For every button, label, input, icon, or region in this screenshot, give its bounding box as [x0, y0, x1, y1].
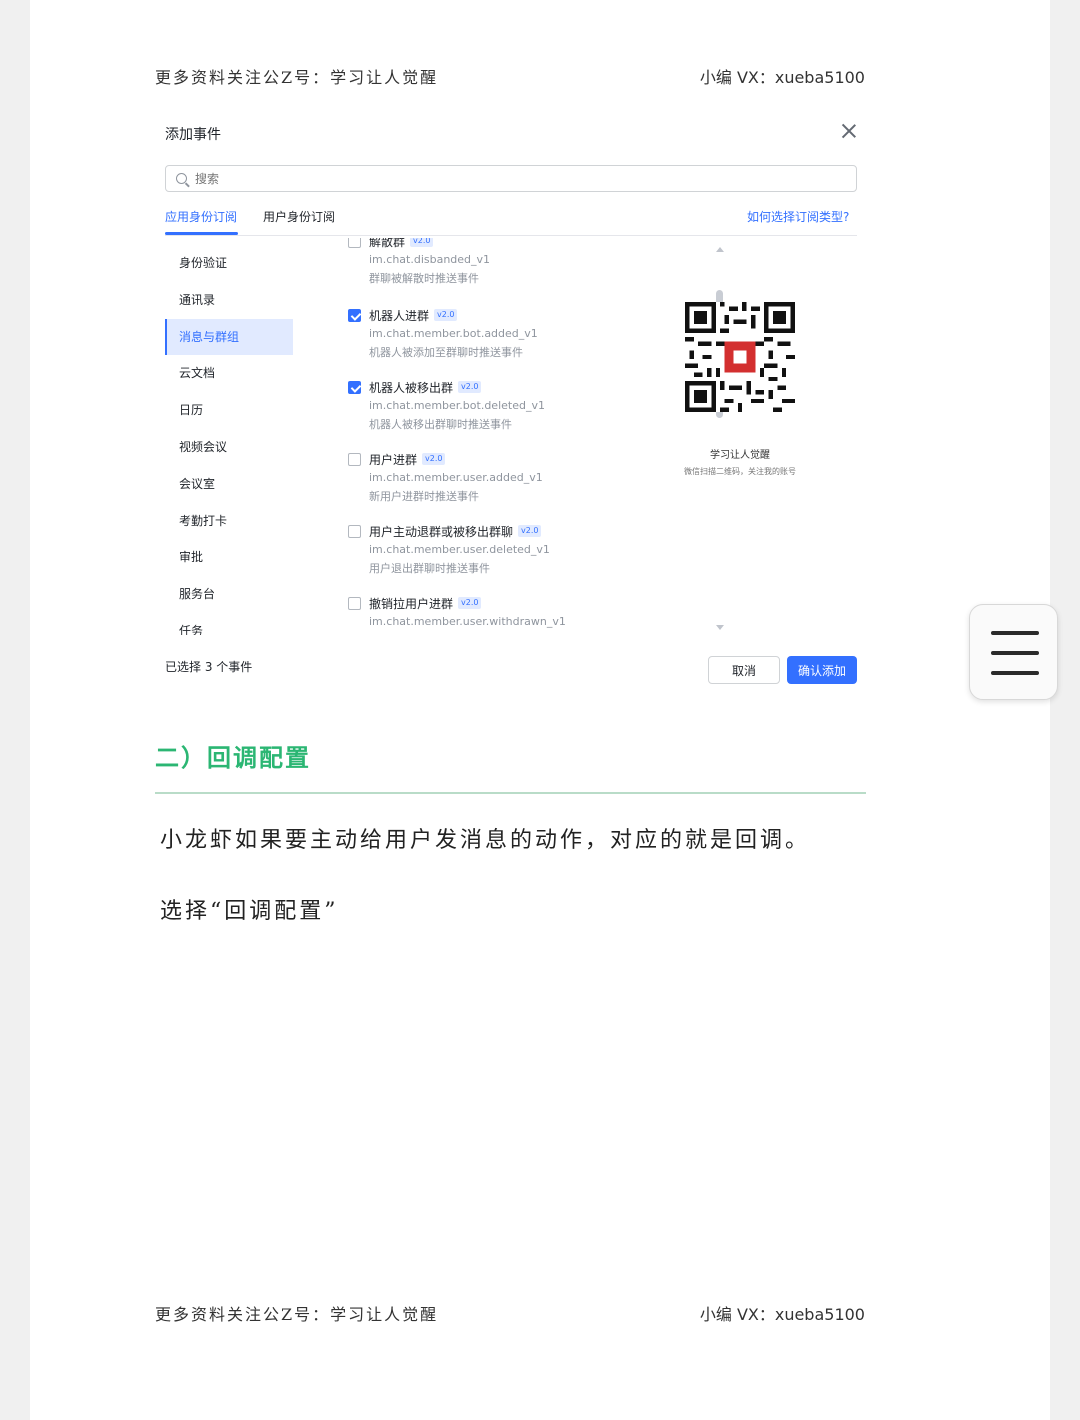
event-checkbox[interactable] [348, 596, 361, 610]
list-item: 用户进群 v2.0 im.chat.member.user.added_v1 新… [345, 450, 665, 506]
event-key: im.chat.disbanded_v1 [369, 253, 491, 266]
event-checkbox[interactable] [348, 308, 361, 322]
version-badge: v2.0 [458, 597, 482, 609]
sidebar-item-calendar[interactable]: 日历 [165, 392, 293, 429]
sidebar-item-helpdesk[interactable]: 服务台 [165, 576, 293, 613]
paragraph-callback-intro: 小龙虾如果要主动给用户发消息的动作，对应的就是回调。 [160, 828, 811, 853]
footer-right-text: 小编 VX：xueba5100 [699, 1305, 865, 1324]
tab-user-subscription[interactable]: 用户身份订阅 [263, 208, 335, 225]
version-badge: v2.0 [458, 381, 482, 393]
scroll-up-arrow[interactable] [716, 247, 724, 252]
search-box[interactable] [165, 165, 857, 192]
list-item: 机器人被移出群 v2.0 im.chat.member.bot.deleted_… [345, 378, 665, 434]
selected-count: 已选择 3 个事件 [165, 660, 253, 674]
sidebar-item-tasks[interactable]: 任务 [165, 613, 293, 635]
event-key: im.chat.member.bot.added_v1 [369, 327, 538, 340]
cancel-button[interactable]: 取消 [708, 656, 780, 684]
qr-account-name: 学习让人觉醒 [710, 450, 770, 461]
menu-bar [991, 671, 1039, 675]
sidebar-item-video-meeting[interactable]: 视频会议 [165, 429, 293, 466]
qr-code-image [685, 302, 795, 412]
version-badge: v2.0 [518, 525, 542, 537]
menu-bar [991, 631, 1039, 635]
paragraph-select-callback: 选择“回调配置” [160, 899, 339, 924]
sidebar-item-attendance[interactable]: 考勤打卡 [165, 503, 293, 540]
event-checkbox[interactable] [348, 238, 361, 248]
confirm-add-button[interactable]: 确认添加 [787, 656, 857, 684]
version-badge: v2.0 [422, 453, 446, 465]
tab-divider [165, 235, 857, 236]
footer-left-text: 更多资料关注公Z号：学习让人觉醒 [155, 1305, 439, 1324]
version-badge: v2.0 [434, 309, 458, 321]
event-name: 撤销拉用户进群 [369, 596, 454, 611]
event-desc: 新用户进群时推送事件 [369, 490, 479, 503]
menu-bar [991, 651, 1039, 655]
section-title: 二）回调配置 [155, 744, 311, 772]
list-item: 撤销拉用户进群 v2.0 im.chat.member.user.withdra… [345, 594, 665, 631]
dialog-title: 添加事件 [165, 127, 221, 143]
event-desc: 机器人被添加至群聊时推送事件 [369, 346, 523, 359]
event-desc: 群聊被解散时推送事件 [369, 272, 479, 285]
help-link[interactable]: 如何选择订阅类型? [747, 208, 849, 225]
event-name: 解散群 [369, 238, 406, 249]
close-icon[interactable] [840, 122, 858, 140]
section-divider [155, 792, 866, 794]
search-input[interactable] [195, 171, 495, 186]
event-name: 用户进群 [369, 452, 418, 467]
page-header: 更多资料关注公Z号：学习让人觉醒 小编 VX：xueba5100 [155, 64, 865, 88]
sidebar-item-auth[interactable]: 身份验证 [165, 245, 293, 282]
qr-account-desc: 微信扫描二维码，关注我的账号 [684, 467, 796, 476]
event-checkbox[interactable] [348, 380, 361, 394]
event-name: 机器人被移出群 [369, 380, 454, 395]
version-badge: v2.0 [410, 238, 434, 247]
list-item: 解散群 v2.0 im.chat.disbanded_v1 群聊被解散时推送事件 [345, 238, 665, 288]
sidebar-item-contacts[interactable]: 通讯录 [165, 282, 293, 319]
sidebar-item-meeting-room[interactable]: 会议室 [165, 466, 293, 503]
search-icon [176, 173, 187, 184]
category-sidebar: 身份验证 通讯录 消息与群组 云文档 日历 视频会议 会议室 考勤打卡 审批 服… [165, 245, 293, 635]
header-left-text: 更多资料关注公Z号：学习让人觉醒 [155, 68, 439, 87]
page-footer: 更多资料关注公Z号：学习让人觉醒 小编 VX：xueba5100 [155, 1301, 865, 1325]
tab-app-subscription[interactable]: 应用身份订阅 [165, 208, 237, 225]
list-item: 用户主动退群或被移出群聊 v2.0 im.chat.member.user.de… [345, 522, 665, 578]
scroll-down-arrow[interactable] [716, 625, 724, 630]
event-desc: 用户退出群聊时推送事件 [369, 562, 490, 575]
hamburger-menu-icon[interactable] [969, 604, 1058, 700]
event-checkbox[interactable] [348, 452, 361, 466]
event-desc: 机器人被移出群聊时推送事件 [369, 418, 512, 431]
event-name: 用户主动退群或被移出群聊 [369, 524, 514, 539]
sidebar-item-messages-groups[interactable]: 消息与群组 [165, 318, 293, 356]
header-right-text: 小编 VX：xueba5100 [699, 68, 865, 87]
sidebar-item-docs[interactable]: 云文档 [165, 355, 293, 392]
event-key: im.chat.member.user.withdrawn_v1 [369, 615, 566, 628]
event-key: im.chat.member.bot.deleted_v1 [369, 399, 545, 412]
event-list: 解散群 v2.0 im.chat.disbanded_v1 群聊被解散时推送事件… [345, 238, 845, 633]
event-checkbox[interactable] [348, 524, 361, 538]
list-item: 机器人进群 v2.0 im.chat.member.bot.added_v1 机… [345, 306, 665, 362]
event-key: im.chat.member.user.deleted_v1 [369, 543, 550, 556]
sidebar-item-approval[interactable]: 审批 [165, 539, 293, 576]
event-name: 机器人进群 [369, 308, 430, 323]
